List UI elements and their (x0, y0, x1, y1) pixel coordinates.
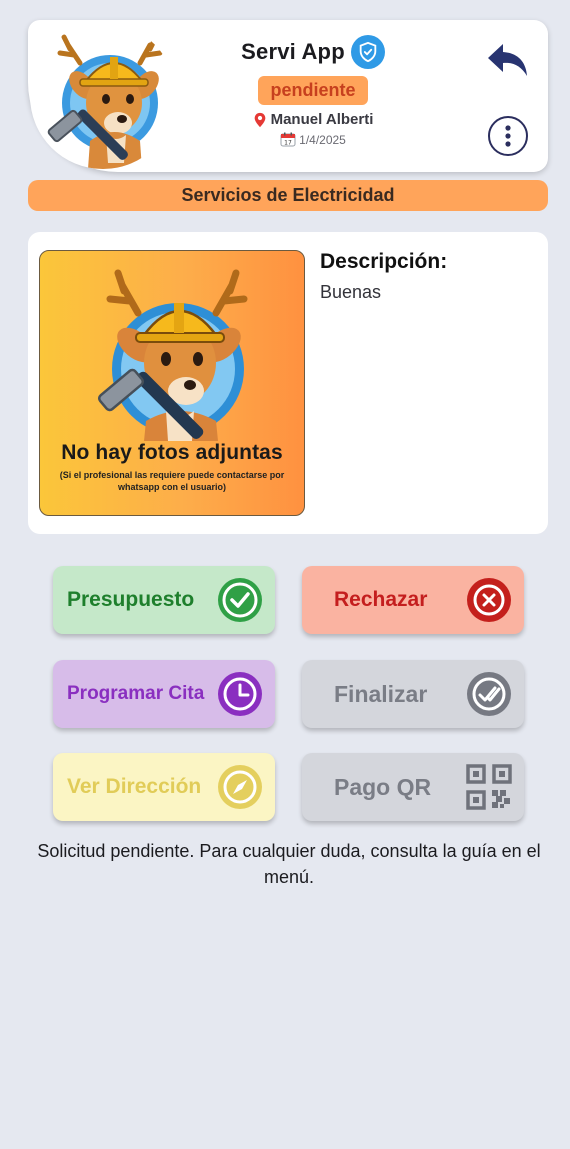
compass-icon (217, 764, 263, 810)
status-help-text: Solicitud pendiente. Para cualquier duda… (37, 841, 541, 887)
ver-direccion-label: Ver Dirección (67, 775, 202, 798)
request-header-card: Servi App pendiente Manuel Alberti 17 1/… (28, 20, 548, 172)
presupuesto-label: Presupuesto (67, 588, 195, 611)
pago-qr-label: Pago QR (334, 773, 432, 800)
no-photos-placeholder: No hay fotos adjuntas (Si el profesional… (39, 250, 305, 516)
user-name: Manuel Alberti (270, 111, 374, 128)
presupuesto-button[interactable]: Presupuesto (53, 566, 275, 634)
finalizar-label: Finalizar (334, 680, 428, 707)
no-photos-subtitle: (Si el profesional las requiere puede co… (59, 470, 285, 492)
more-options-button[interactable] (488, 116, 528, 156)
date-row: 17 1/4/2025 (178, 132, 448, 147)
back-button[interactable] (486, 38, 530, 82)
cancel-circle-icon (466, 577, 512, 623)
no-photos-title: No hay fotos adjuntas (61, 441, 283, 464)
deer-mascot-image (97, 269, 248, 441)
finalizar-button[interactable]: Finalizar (302, 660, 524, 728)
pago-qr-button[interactable]: Pago QR (302, 753, 524, 821)
app-title-row: Servi App (178, 34, 448, 70)
programar-cita-button[interactable]: Programar Cita (53, 660, 275, 728)
description-text: Buenas (320, 282, 382, 302)
calendar-icon: 17 (280, 132, 296, 147)
reply-arrow-icon (488, 44, 527, 76)
shield-check-icon (350, 35, 385, 69)
double-check-icon (466, 671, 512, 717)
request-details-card: No hay fotos adjuntas (Si el profesional… (28, 232, 548, 534)
rechazar-button[interactable]: Rechazar (302, 566, 524, 634)
location-pin-icon (254, 112, 265, 127)
vertical-dots-icon (505, 125, 511, 147)
request-date: 1/4/2025 (299, 132, 346, 147)
svg-text:17: 17 (284, 140, 292, 147)
status-badge: pendiente (258, 76, 368, 105)
user-row: Manuel Alberti (178, 111, 448, 128)
header-info: Servi App pendiente Manuel Alberti 17 1/… (178, 34, 448, 147)
check-circle-icon (217, 577, 263, 623)
ver-direccion-button[interactable]: Ver Dirección (53, 753, 275, 821)
rechazar-label: Rechazar (334, 588, 428, 611)
clock-icon (217, 671, 263, 717)
app-logo (30, 23, 176, 169)
qr-code-icon (466, 764, 512, 810)
programar-cita-label: Programar Cita (67, 683, 205, 704)
description-label: Descripción: (320, 250, 448, 273)
app-title: Servi App (241, 39, 345, 64)
service-category: Servicios de Electricidad (28, 180, 548, 211)
